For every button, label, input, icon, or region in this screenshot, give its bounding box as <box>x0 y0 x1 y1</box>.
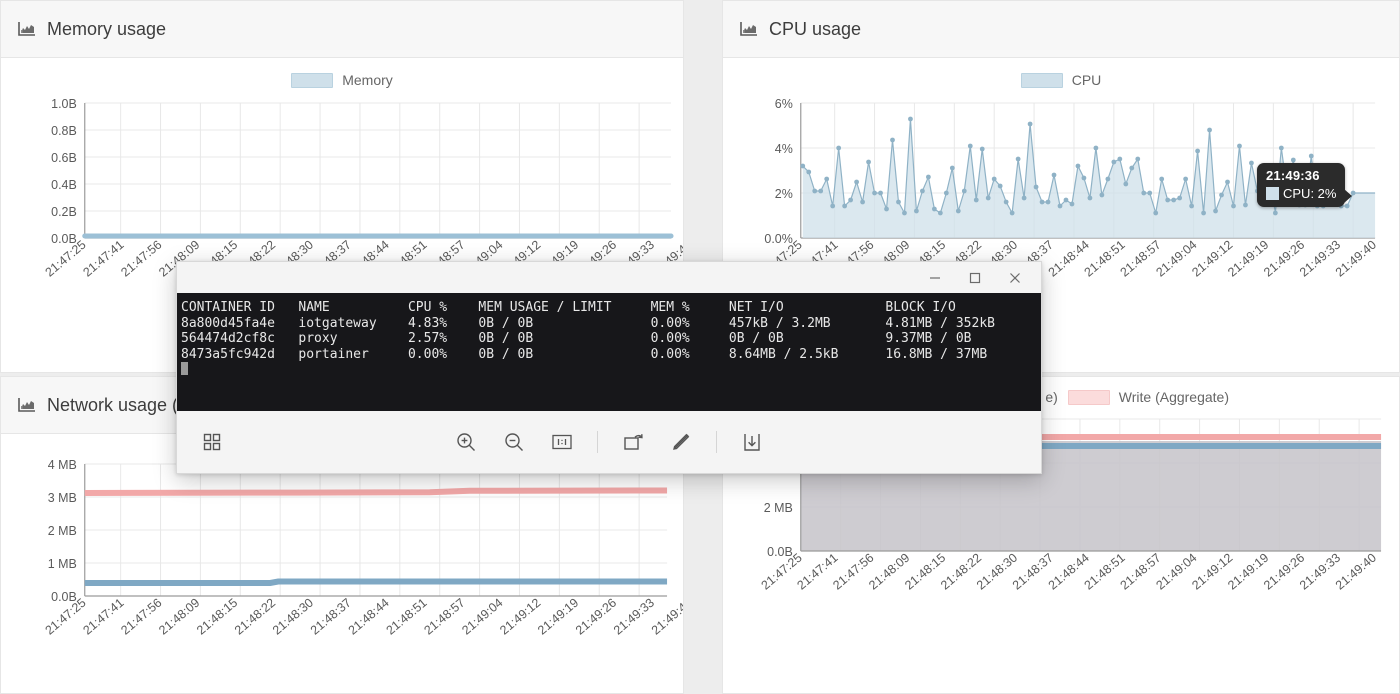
svg-text:21:47:56: 21:47:56 <box>118 596 164 638</box>
xaxis-disk: 21:47:25 21:47:41 21:47:56 21:48:09 21:4… <box>759 551 1379 593</box>
rotate-button[interactable] <box>616 425 650 459</box>
tooltip-arrow <box>1344 189 1353 203</box>
chart-tooltip-cpu: 21:49:36 CPU: 2% <box>1257 163 1353 207</box>
ytick-network-2: 2 MB <box>48 524 77 538</box>
ytick-memory-2: 0.4B <box>51 178 77 192</box>
legend-label-memory: Memory <box>342 72 393 88</box>
panel-header-cpu: CPU usage <box>723 1 1399 58</box>
viewer-toolbar <box>177 411 1041 473</box>
terminal-line-row-1: 564474d2cf8c proxy 2.57% 0B / 0B 0.00% 0… <box>181 331 1041 347</box>
close-button[interactable] <box>995 263 1035 293</box>
ytick-memory-3: 0.6B <box>51 151 77 165</box>
svg-text:21:48:44: 21:48:44 <box>346 596 392 638</box>
legend-item-cpu[interactable]: CPU <box>1020 72 1102 88</box>
thumbnails-button[interactable] <box>195 425 229 459</box>
actual-size-button[interactable] <box>545 425 579 459</box>
tooltip-swatch <box>1266 187 1279 200</box>
legend-label-cpu: CPU <box>1071 72 1102 88</box>
svg-text:21:48:30: 21:48:30 <box>270 596 316 638</box>
portainer-dashboard: Memory usage Memory 1.0B 0.8B 0.6B 0.4B … <box>0 0 1400 694</box>
tooltip-series-label: CPU: 2% <box>1283 186 1337 201</box>
svg-text:21:48:15: 21:48:15 <box>194 596 240 638</box>
svg-text:21:49:19: 21:49:19 <box>535 596 581 638</box>
zoom-in-button[interactable] <box>449 425 483 459</box>
svg-text:21:49:12: 21:49:12 <box>497 596 543 638</box>
svg-text:21:48:57: 21:48:57 <box>421 596 467 638</box>
terminal-line-row-0: 8a800d45fa4e iotgateway 4.83% 0B / 0B 0.… <box>181 315 1041 331</box>
area-chart-icon <box>18 397 36 413</box>
ytick-network-4: 4 MB <box>48 458 77 472</box>
panel-title-cpu: CPU usage <box>769 18 862 39</box>
toolbar-divider-1 <box>597 431 598 453</box>
svg-text:21:48:22: 21:48:22 <box>232 596 278 638</box>
svg-text:21:48:37: 21:48:37 <box>308 596 354 638</box>
toolbar-divider-2 <box>716 431 717 453</box>
ytick-network-3: 3 MB <box>48 491 77 505</box>
xaxis-network: 21:47:25 21:47:41 21:47:56 21:48:09 21:4… <box>43 596 684 638</box>
chart-network-svg: 4 MB 3 MB 2 MB 1 MB 0.0B 21:47:25 21:47:… <box>43 458 684 638</box>
legend-label-read-aggregate: e) <box>1045 389 1058 405</box>
svg-text:21:47:41: 21:47:41 <box>80 238 126 280</box>
panel-title-memory: Memory usage <box>47 18 167 39</box>
ytick-disk-1: 2 MB <box>764 501 793 515</box>
download-button[interactable] <box>735 425 769 459</box>
svg-text:21:48:51: 21:48:51 <box>384 596 430 638</box>
terminal-line-row-2: 8473a5fc942d portainer 0.00% 0B / 0B 0.0… <box>181 346 1041 362</box>
svg-text:21:48:09: 21:48:09 <box>156 596 202 638</box>
ytick-cpu-2: 4% <box>775 142 793 156</box>
tooltip-series-row: CPU: 2% <box>1266 186 1336 201</box>
legend-item-write-aggregate[interactable]: Write (Aggregate) <box>1067 389 1229 405</box>
ytick-memory-5: 1.0B <box>51 97 77 111</box>
zoom-out-button[interactable] <box>497 425 531 459</box>
pencil-icon[interactable] <box>664 425 698 459</box>
svg-text:21:49:26: 21:49:26 <box>573 596 619 638</box>
legend-swatch-memory <box>291 72 334 88</box>
area-chart-icon <box>18 21 36 37</box>
legend-swatch-cpu <box>1020 72 1063 88</box>
ytick-cpu-1: 2% <box>775 187 793 201</box>
terminal-screenshot-window[interactable]: CONTAINER ID NAME CPU % MEM USAGE / LIMI… <box>176 261 1042 474</box>
terminal-line-header: CONTAINER ID NAME CPU % MEM USAGE / LIMI… <box>181 300 1041 315</box>
panel-header-memory: Memory usage <box>1 1 683 58</box>
maximize-button[interactable] <box>955 263 995 293</box>
tooltip-time: 21:49:36 <box>1266 168 1320 183</box>
svg-text:21:49:40: 21:49:40 <box>1333 551 1379 593</box>
svg-text:21:49:40: 21:49:40 <box>1333 238 1379 280</box>
window-titlebar[interactable] <box>177 262 1041 293</box>
ytick-memory-4: 0.8B <box>51 124 77 138</box>
svg-text:21:47:41: 21:47:41 <box>80 596 126 638</box>
svg-text:21:47:56: 21:47:56 <box>118 238 164 280</box>
legend-label-write-aggregate: Write (Aggregate) <box>1118 389 1229 405</box>
svg-text:21:49:40: 21:49:40 <box>649 596 684 638</box>
terminal-prompt-line <box>181 362 1041 378</box>
minimize-button[interactable] <box>915 263 955 293</box>
legend-cpu: CPU <box>723 58 1399 88</box>
ytick-network-1: 1 MB <box>48 557 77 571</box>
panel-title-network: Network usage ( <box>47 394 179 415</box>
area-chart-icon <box>740 21 758 37</box>
svg-text:21:49:33: 21:49:33 <box>611 596 657 638</box>
terminal-cursor <box>181 362 188 376</box>
legend-item-read-aggregate[interactable]: e) <box>1045 389 1057 405</box>
svg-text:21:49:04: 21:49:04 <box>459 596 505 638</box>
legend-memory: Memory <box>1 58 683 88</box>
legend-item-memory[interactable]: Memory <box>291 72 393 88</box>
ytick-cpu-3: 6% <box>775 97 793 111</box>
ytick-memory-1: 0.2B <box>51 205 77 219</box>
legend-swatch-write-aggregate <box>1067 389 1110 405</box>
terminal-output-screen[interactable]: CONTAINER ID NAME CPU % MEM USAGE / LIMI… <box>177 293 1041 411</box>
